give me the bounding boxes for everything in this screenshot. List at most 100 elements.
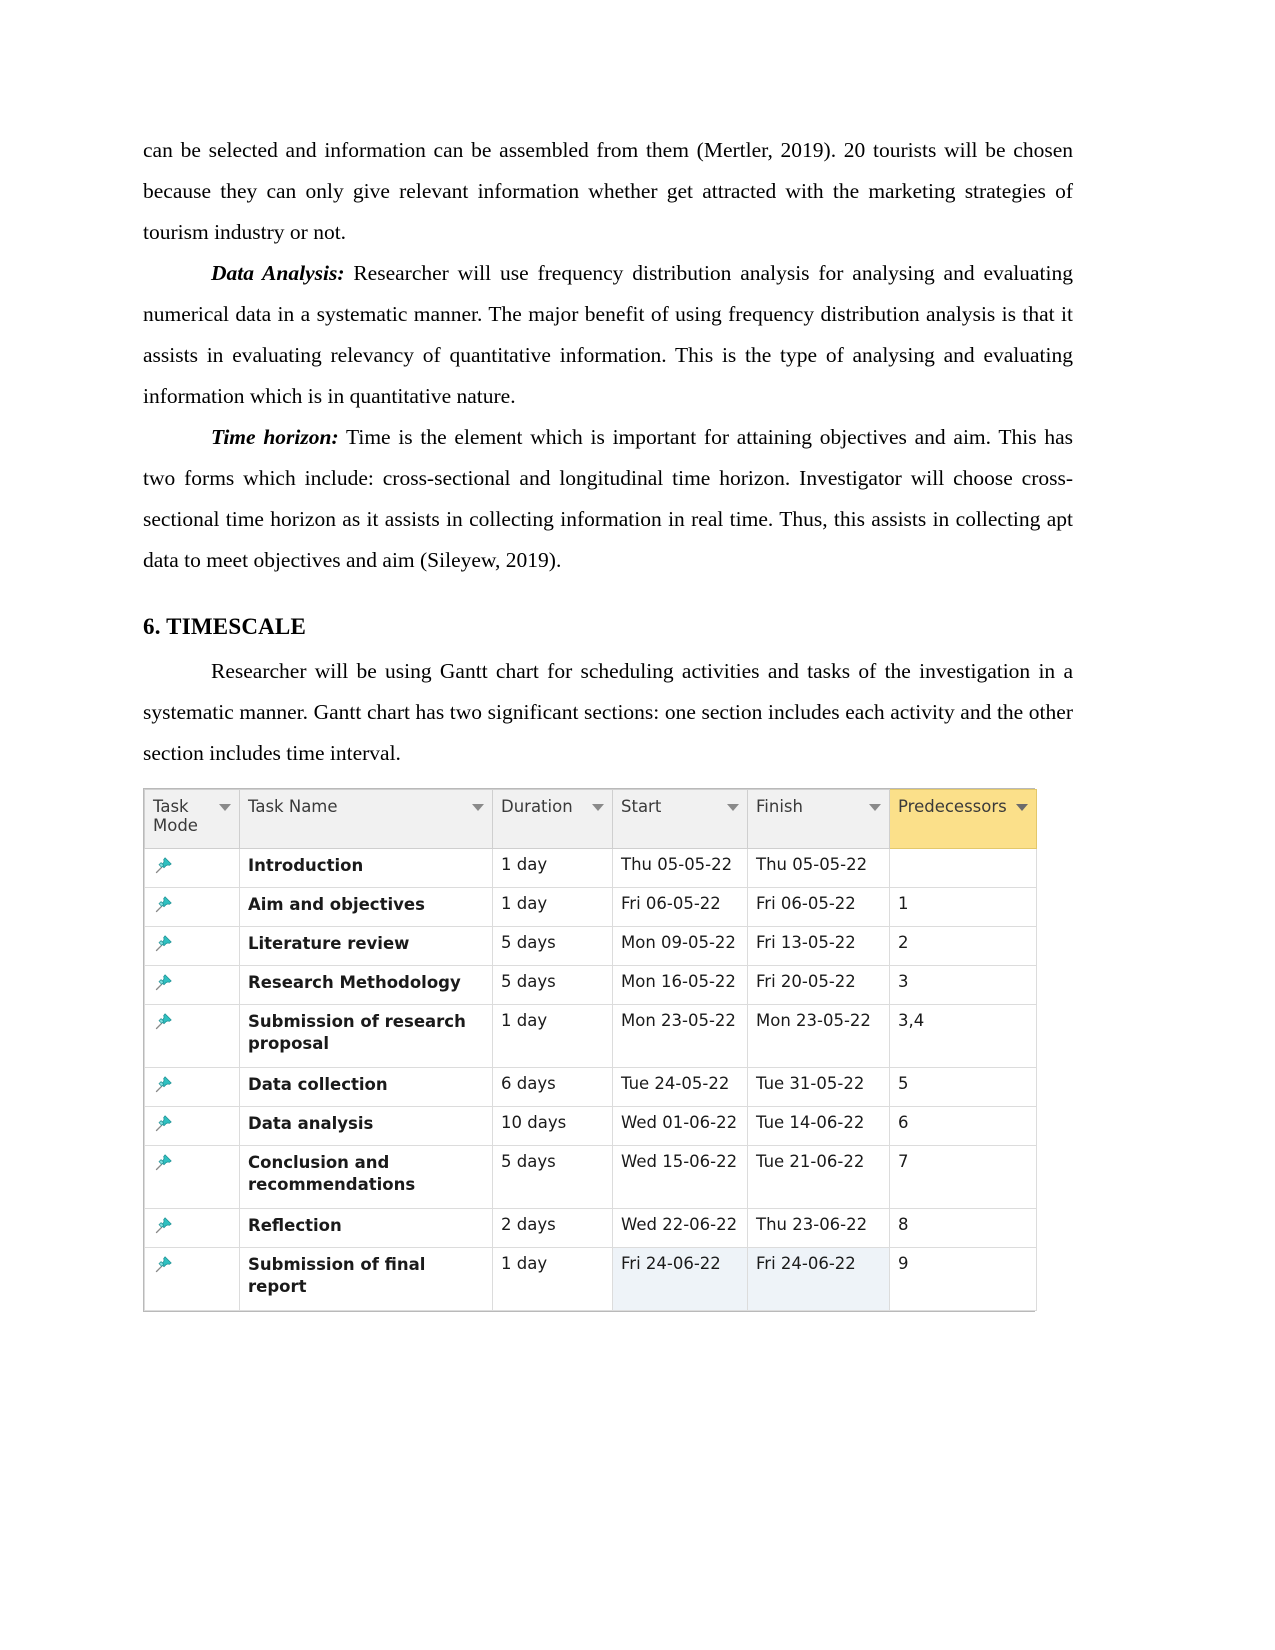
pin-icon — [153, 1215, 173, 1234]
predecessors-cell[interactable]: 7 — [889, 1145, 1037, 1209]
predecessors-cell[interactable]: 9 — [889, 1247, 1037, 1311]
column-header-task-mode-label: Task Mode — [153, 797, 198, 835]
duration-cell[interactable]: 2 days — [492, 1208, 613, 1248]
task-name-cell[interactable]: Aim and objectives — [239, 887, 493, 927]
table-row[interactable]: Conclusion and recommendations 5 days Wed … — [144, 1145, 1037, 1209]
predecessors-cell[interactable]: 2 — [889, 926, 1037, 966]
task-name-cell[interactable]: Introduction — [239, 848, 493, 888]
start-date-cell[interactable]: Mon 16-05-22 — [612, 965, 748, 1005]
task-mode-cell[interactable] — [144, 1004, 240, 1068]
table-row[interactable]: Submission of final report 1 day Fri 24-06… — [144, 1247, 1037, 1311]
task-mode-cell[interactable] — [144, 1106, 240, 1146]
start-date-cell[interactable]: Wed 15-06-22 — [612, 1145, 748, 1209]
section-heading-timescale: 6. TIMESCALE — [143, 614, 307, 639]
predecessors-cell[interactable]: 3,4 — [889, 1004, 1037, 1068]
pin-icon — [153, 894, 173, 913]
task-name-cell[interactable]: Reflection — [239, 1208, 493, 1248]
column-header-finish-label: Finish — [756, 797, 803, 816]
start-date-cell[interactable]: Wed 22-06-22 — [612, 1208, 748, 1248]
start-date-cell[interactable]: Mon 09-05-22 — [612, 926, 748, 966]
finish-date-cell[interactable]: Tue 21-06-22 — [747, 1145, 890, 1209]
start-date-cell[interactable]: Fri 06-05-22 — [612, 887, 748, 927]
predecessors-cell[interactable]: 6 — [889, 1106, 1037, 1146]
table-row[interactable]: Data analysis 10 days Wed 01-06-22 Tue 14-0… — [144, 1106, 1037, 1146]
duration-cell[interactable]: 1 day — [492, 1004, 613, 1068]
finish-date-cell[interactable]: Tue 31-05-22 — [747, 1067, 890, 1107]
time-horizon-label: Time horizon: — [211, 425, 339, 449]
chevron-down-icon[interactable] — [1016, 804, 1028, 811]
data-analysis-label: Data Analysis: — [211, 261, 345, 285]
finish-date-cell[interactable]: Thu 05-05-22 — [747, 848, 890, 888]
table-row[interactable]: Submission of research proposal 1 day Mon … — [144, 1004, 1037, 1068]
task-mode-cell[interactable] — [144, 1067, 240, 1107]
start-date-cell[interactable]: Tue 24-05-22 — [612, 1067, 748, 1107]
column-header-finish[interactable]: Finish — [747, 789, 890, 849]
finish-date-cell[interactable]: Fri 13-05-22 — [747, 926, 890, 966]
task-mode-cell[interactable] — [144, 1247, 240, 1311]
pin-icon — [153, 972, 173, 991]
chevron-down-icon[interactable] — [869, 804, 881, 811]
duration-cell[interactable]: 5 days — [492, 965, 613, 1005]
chevron-down-icon[interactable] — [472, 804, 484, 811]
table-header-row: Task Mode Task Name Duration Start Finis… — [144, 789, 1037, 849]
task-name-cell[interactable]: Literature review — [239, 926, 493, 966]
predecessors-cell[interactable]: 1 — [889, 887, 1037, 927]
task-mode-cell[interactable] — [144, 1208, 240, 1248]
task-name-cell[interactable]: Data collection — [239, 1067, 493, 1107]
finish-date-cell[interactable]: Tue 14-06-22 — [747, 1106, 890, 1146]
table-row[interactable]: Aim and objectives 1 day Fri 06-05-22 Fri 0… — [144, 887, 1037, 927]
task-mode-cell[interactable] — [144, 1145, 240, 1209]
table-row[interactable]: Reflection 2 days Wed 22-06-22 Thu 23-06-22… — [144, 1208, 1037, 1248]
column-header-predecessors-label: Predecessors — [898, 797, 1007, 816]
chevron-down-icon[interactable] — [592, 804, 604, 811]
start-date-cell[interactable]: Thu 05-05-22 — [612, 848, 748, 888]
start-date-cell[interactable]: Wed 01-06-22 — [612, 1106, 748, 1146]
predecessors-cell[interactable] — [889, 848, 1037, 888]
duration-cell[interactable]: 1 day — [492, 848, 613, 888]
table-row[interactable]: Data collection 6 days Tue 24-05-22 Tue 31-… — [144, 1067, 1037, 1107]
pin-icon — [153, 1254, 173, 1273]
task-mode-cell[interactable] — [144, 926, 240, 966]
task-name-cell[interactable]: Submission of final report — [239, 1247, 493, 1311]
column-header-task-mode[interactable]: Task Mode — [144, 789, 240, 849]
predecessors-cell[interactable]: 5 — [889, 1067, 1037, 1107]
chevron-down-icon[interactable] — [219, 804, 231, 811]
start-date-cell[interactable]: Mon 23-05-22 — [612, 1004, 748, 1068]
column-header-duration[interactable]: Duration — [492, 789, 613, 849]
task-name-cell[interactable]: Data analysis — [239, 1106, 493, 1146]
pin-icon — [153, 933, 173, 952]
predecessors-cell[interactable]: 3 — [889, 965, 1037, 1005]
pin-icon — [153, 1113, 173, 1132]
page-content: can be selected and information can be a… — [143, 130, 1073, 1312]
task-mode-cell[interactable] — [144, 848, 240, 888]
duration-cell[interactable]: 5 days — [492, 926, 613, 966]
finish-date-cell[interactable]: Fri 24-06-22 — [747, 1247, 890, 1311]
task-mode-cell[interactable] — [144, 965, 240, 1005]
start-date-cell[interactable]: Fri 24-06-22 — [612, 1247, 748, 1311]
paragraph-4-text: Researcher will be using Gantt chart for… — [143, 659, 1073, 765]
task-name-cell[interactable]: Conclusion and recommendations — [239, 1145, 493, 1209]
finish-date-cell[interactable]: Fri 06-05-22 — [747, 887, 890, 927]
task-mode-cell[interactable] — [144, 887, 240, 927]
duration-cell[interactable]: 5 days — [492, 1145, 613, 1209]
finish-date-cell[interactable]: Thu 23-06-22 — [747, 1208, 890, 1248]
table-row[interactable]: Research Methodology 5 days Mon 16-05-22 Fr… — [144, 965, 1037, 1005]
duration-cell[interactable]: 1 day — [492, 887, 613, 927]
duration-cell[interactable]: 1 day — [492, 1247, 613, 1311]
table-row[interactable]: Literature review 5 days Mon 09-05-22 Fri 1… — [144, 926, 1037, 966]
paragraph-1-text: can be selected and information can be a… — [143, 138, 1073, 244]
predecessors-cell[interactable]: 8 — [889, 1208, 1037, 1248]
column-header-start[interactable]: Start — [612, 789, 748, 849]
gantt-task-table: Task Mode Task Name Duration Start Finis… — [143, 788, 1037, 1312]
task-name-cell[interactable]: Submission of research proposal — [239, 1004, 493, 1068]
task-name-cell[interactable]: Research Methodology — [239, 965, 493, 1005]
finish-date-cell[interactable]: Mon 23-05-22 — [747, 1004, 890, 1068]
duration-cell[interactable]: 6 days — [492, 1067, 613, 1107]
table-row[interactable]: Introduction 1 day Thu 05-05-22 Thu 05-05-2… — [144, 848, 1037, 888]
chevron-down-icon[interactable] — [727, 804, 739, 811]
column-header-task-name[interactable]: Task Name — [239, 789, 493, 849]
finish-date-cell[interactable]: Fri 20-05-22 — [747, 965, 890, 1005]
duration-cell[interactable]: 10 days — [492, 1106, 613, 1146]
pin-icon — [153, 1074, 173, 1093]
column-header-predecessors[interactable]: Predecessors — [889, 789, 1037, 849]
